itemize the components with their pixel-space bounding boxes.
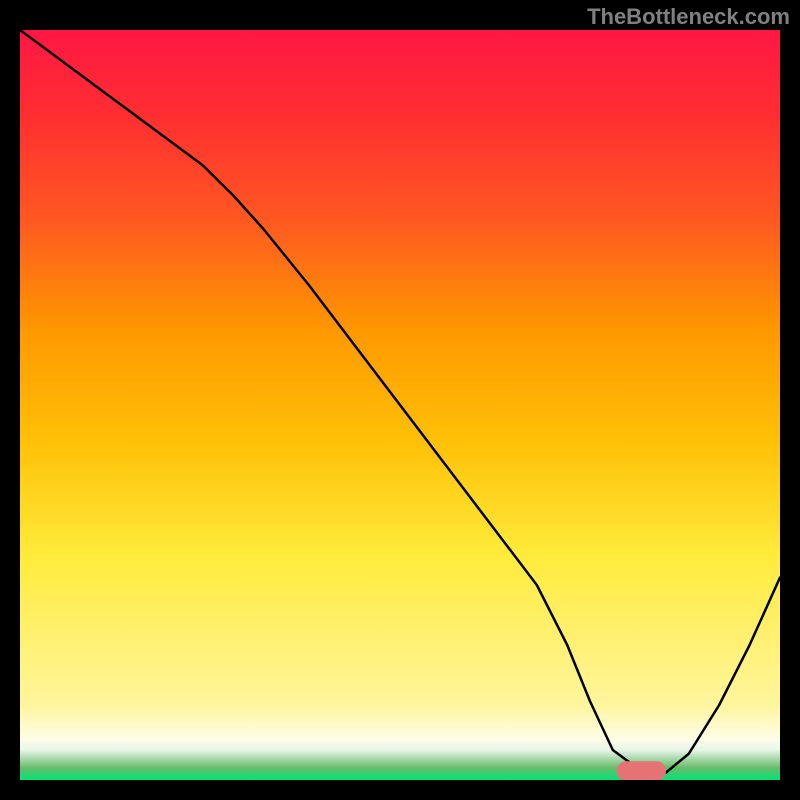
chart-container: TheBottleneck.com xyxy=(0,0,800,800)
plot-area xyxy=(20,30,780,780)
chart-svg xyxy=(20,30,780,780)
optimal-range-marker xyxy=(617,761,666,780)
watermark-text: TheBottleneck.com xyxy=(587,4,790,30)
